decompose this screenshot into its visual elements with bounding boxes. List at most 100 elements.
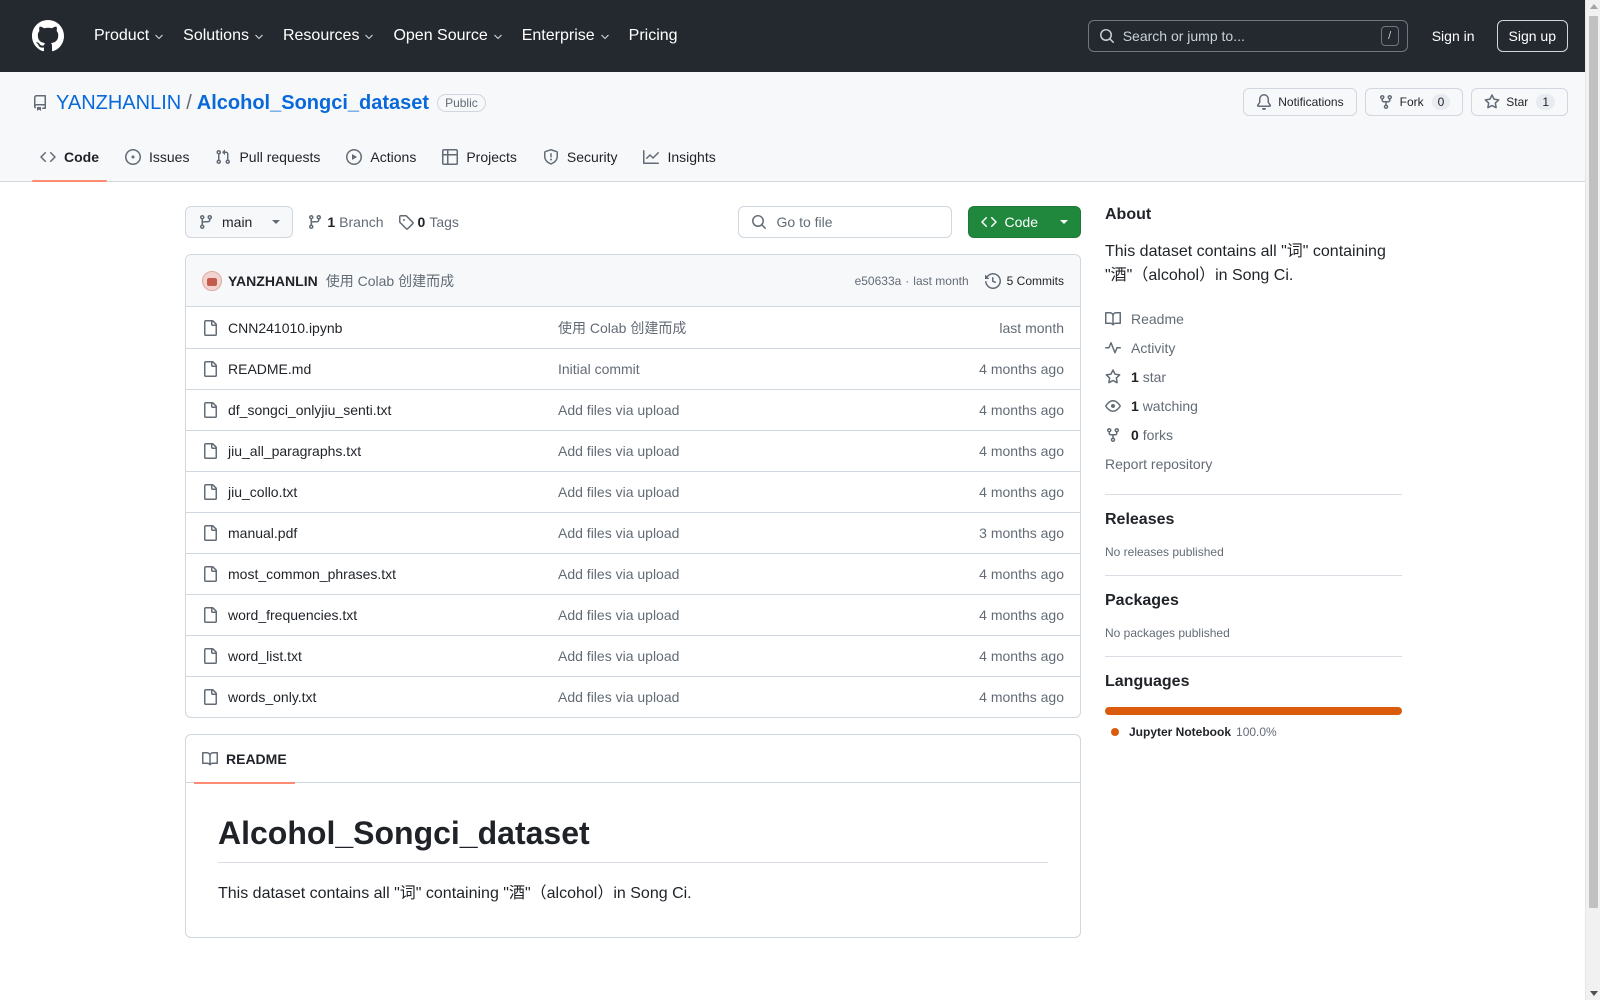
commit-author[interactable]: YANZHANLIN	[228, 273, 318, 289]
nav-pricing[interactable]: Pricing	[621, 21, 686, 51]
releases-heading[interactable]: Releases	[1105, 511, 1402, 529]
sign-in-link[interactable]: Sign in	[1432, 28, 1475, 44]
file-row: manual.pdf Add files via upload 3 months a…	[186, 512, 1080, 553]
tab-projects[interactable]: Projects	[434, 133, 525, 181]
commits-link[interactable]: 5 Commits	[984, 272, 1064, 289]
commits-count: 5 Commits	[1006, 273, 1064, 288]
tab-insights[interactable]: Insights	[635, 133, 723, 181]
code-button[interactable]: Code	[967, 206, 1081, 238]
about-link-label: watching	[1142, 397, 1198, 414]
scrollbar-thumb[interactable]	[1589, 16, 1598, 908]
about-link-label: Readme	[1131, 310, 1184, 327]
tab-code[interactable]: Code	[32, 133, 107, 182]
file-commit-message-link[interactable]: Add files via upload	[558, 443, 679, 459]
caret-down-icon	[272, 220, 281, 224]
pull-request-icon	[216, 149, 231, 165]
search-input[interactable]: Search or jump to... /	[1087, 20, 1408, 52]
file-commit-message-link[interactable]: Initial commit	[558, 361, 640, 377]
languages-section: Jupyter Notebook 100.0%	[1105, 707, 1402, 739]
tags-link[interactable]: 0 Tags	[398, 214, 459, 230]
branches-link[interactable]: 1 Branch	[307, 214, 384, 230]
about-link-forks[interactable]: 0 forks	[1105, 420, 1402, 449]
file-name-link[interactable]: README.md	[228, 361, 558, 377]
code-icon	[40, 151, 56, 163]
about-link-Activity[interactable]: Activity	[1105, 333, 1402, 362]
divider	[1105, 575, 1402, 576]
repo-owner-link[interactable]: YANZHANLIN	[56, 92, 181, 115]
repo-header: YANZHANLIN / Alcohol_Songci_dataset Publ…	[0, 72, 1600, 182]
notifications-button[interactable]: Notifications	[1243, 88, 1357, 116]
tab-pull-requests[interactable]: Pull requests	[207, 133, 328, 181]
file-name-link[interactable]: word_list.txt	[228, 648, 558, 664]
languages-heading: Languages	[1105, 673, 1190, 690]
divider	[1105, 656, 1402, 657]
nav-label: Pricing	[628, 27, 678, 44]
about-link-Readme[interactable]: Readme	[1105, 304, 1402, 333]
file-name-link[interactable]: jiu_all_paragraphs.txt	[228, 443, 558, 459]
file-commit-message-link[interactable]: Add files via upload	[558, 566, 679, 582]
star-icon	[1105, 368, 1121, 383]
star-button[interactable]: Star 1	[1471, 88, 1568, 116]
readme-panel: README Alcohol_Songci_dataset This datas…	[185, 734, 1081, 938]
tab-security[interactable]: Security	[535, 133, 626, 181]
file-row: most_common_phrases.txt Add files via upl…	[186, 553, 1080, 594]
file-name-link[interactable]: word_frequencies.txt	[228, 607, 558, 623]
file-commit-message-link[interactable]: Add files via upload	[558, 689, 679, 705]
commit-message[interactable]: 使用 Colab 创建而成	[326, 271, 454, 291]
report-repository-link[interactable]: Report repository	[1105, 449, 1402, 478]
about-link-label: forks	[1142, 426, 1174, 443]
tab-actions[interactable]: Actions	[338, 133, 424, 181]
file-name-link[interactable]: words_only.txt	[228, 689, 558, 705]
sign-up-button[interactable]: Sign up	[1496, 20, 1568, 52]
nav-solutions[interactable]: Solutions	[175, 21, 273, 51]
github-logo-icon[interactable]	[32, 20, 64, 52]
scroll-up-arrow-icon[interactable]	[1590, 4, 1598, 9]
go-to-file-input[interactable]: Go to file	[737, 206, 952, 238]
language-item[interactable]: Jupyter Notebook 100.0%	[1105, 725, 1402, 739]
search-shortcut-hint: /	[1380, 26, 1399, 46]
file-row: word_list.txt Add files via upload 4 month…	[186, 635, 1080, 676]
repo-name-link[interactable]: Alcohol_Songci_dataset	[197, 92, 429, 115]
file-commit-message-link[interactable]: Add files via upload	[558, 484, 679, 500]
nav-open-source[interactable]: Open Source	[385, 21, 511, 51]
readme-tab[interactable]: README	[194, 735, 295, 784]
nav-product[interactable]: Product	[86, 21, 173, 51]
file-commit-message-link[interactable]: Add files via upload	[558, 525, 679, 541]
tag-icon	[398, 215, 414, 230]
about-link-count: 1	[1131, 397, 1139, 414]
about-sidebar: About This dataset contains all "词" cont…	[1105, 206, 1402, 739]
file-commit-age: last month	[999, 319, 1064, 336]
latest-commit-bar: YANZHANLIN 使用 Colab 创建而成 e50633a · last …	[186, 255, 1080, 307]
avatar[interactable]	[202, 270, 222, 291]
file-name-link[interactable]: CNN241010.ipynb	[228, 320, 558, 336]
file-commit-message-link[interactable]: Add files via upload	[558, 648, 679, 664]
tab-issues[interactable]: Issues	[117, 133, 197, 181]
chevron-down-icon	[155, 34, 163, 40]
chevron-down-icon	[365, 34, 374, 40]
file-name-link[interactable]: manual.pdf	[228, 525, 558, 541]
file-commit-message-link[interactable]: Add files via upload	[558, 607, 679, 623]
main-nav: Product Solutions Resources Open Source Ente…	[86, 21, 686, 51]
about-link-text: 0 forks	[1131, 427, 1173, 443]
file-rows: CNN241010.ipynb 使用 Colab 创建而成 last month RE…	[186, 307, 1080, 717]
nav-resources[interactable]: Resources	[275, 21, 383, 51]
about-link-star[interactable]: 1 star	[1105, 362, 1402, 391]
scroll-down-arrow-icon[interactable]	[1590, 991, 1598, 996]
file-row: README.md Initial commit 4 months ago	[186, 348, 1080, 389]
file-commit-age: 4 months ago	[979, 443, 1064, 459]
fork-icon	[1379, 95, 1392, 110]
packages-heading[interactable]: Packages	[1105, 592, 1402, 610]
commit-hash[interactable]: e50633a	[855, 274, 902, 288]
file-name-link[interactable]: most_common_phrases.txt	[228, 566, 558, 582]
file-name-link[interactable]: df_songci_onlyjiu_senti.txt	[228, 402, 558, 418]
page-scrollbar[interactable]	[1585, 0, 1600, 1000]
file-commit-message-link[interactable]: 使用 Colab 创建而成	[558, 318, 686, 338]
about-link-text: 1 watching	[1131, 398, 1198, 414]
fork-button[interactable]: Fork 0	[1364, 88, 1464, 116]
file-name-link[interactable]: jiu_collo.txt	[228, 484, 558, 500]
about-link-watching[interactable]: 1 watching	[1105, 391, 1402, 420]
file-commit-message-link[interactable]: Add files via upload	[558, 402, 679, 418]
nav-enterprise[interactable]: Enterprise	[514, 21, 619, 51]
history-icon	[984, 272, 1001, 289]
branch-selector[interactable]: main	[185, 206, 294, 238]
